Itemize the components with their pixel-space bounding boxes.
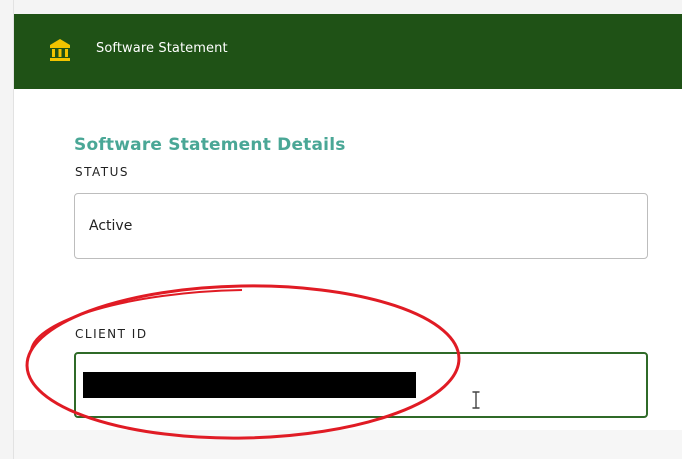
status-value: Active [89,218,133,234]
header-title: Software Statement [96,41,228,56]
bottom-shade [14,430,682,459]
section-title: Software Statement Details [74,135,346,155]
top-strip [0,0,682,14]
status-field[interactable]: Active [74,193,648,259]
bank-icon [50,39,70,61]
text-cursor-icon [472,391,480,409]
left-edge [0,0,14,459]
client-id-field[interactable] [74,352,648,418]
client-id-label: CLIENT ID [75,327,148,341]
status-label: STATUS [75,165,130,179]
page: Software Statement Software Statement De… [0,0,682,459]
client-id-redaction [83,372,416,398]
app-header: Software Statement [14,14,682,89]
